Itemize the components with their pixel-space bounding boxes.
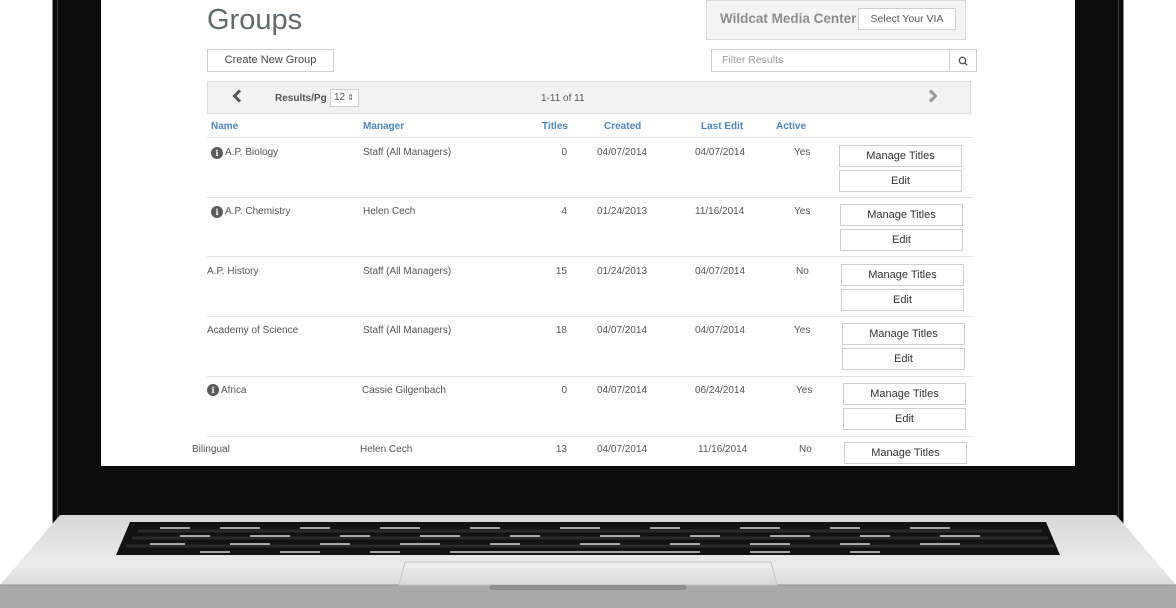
page-title: Groups <box>207 4 303 36</box>
manage-titles-button[interactable]: Manage Titles <box>842 323 965 345</box>
group-titles: 4 <box>561 206 567 217</box>
group-titles: 18 <box>555 325 567 336</box>
edit-button[interactable]: Edit <box>840 229 963 251</box>
col-last-edit-header[interactable]: Last Edit <box>701 121 743 132</box>
group-active: Yes <box>794 147 811 158</box>
col-name-header[interactable]: Name <box>211 121 238 132</box>
group-last-edit: 11/16/2014 <box>695 206 745 217</box>
group-manager: Cassie Gilgenbach <box>362 385 446 396</box>
manage-titles-button[interactable]: Manage Titles <box>839 145 962 167</box>
group-manager: Helen Cech <box>363 206 416 217</box>
group-manager: Helen Cech <box>360 444 413 455</box>
select-arrows-icon: ⇕ <box>347 93 354 102</box>
group-created: 04/07/2014 <box>597 147 648 158</box>
screen: Groups Wildcat Media Center Select Your … <box>101 0 1075 466</box>
group-active: Yes <box>794 325 811 336</box>
col-active-header[interactable]: Active <box>776 121 806 132</box>
group-name[interactable]: A.P. Biology <box>225 147 278 158</box>
group-active: No <box>796 266 809 277</box>
group-created: 01/24/2013 <box>597 266 648 277</box>
group-manager: Staff (All Managers) <box>363 147 452 158</box>
row-divider <box>207 197 973 198</box>
manage-titles-button[interactable]: Manage Titles <box>844 442 967 464</box>
results-per-page-label: Results/Pg <box>275 93 327 104</box>
header-divider <box>207 137 973 138</box>
create-group-button[interactable]: Create New Group <box>207 49 334 72</box>
group-active: Yes <box>794 206 811 217</box>
edit-button[interactable]: Edit <box>843 408 966 430</box>
filter-input[interactable]: Filter Results <box>711 49 950 72</box>
row-divider <box>207 256 973 257</box>
result-range: 1-11 of 11 <box>541 93 585 104</box>
group-created: 04/07/2014 <box>597 325 648 336</box>
col-created-header[interactable]: Created <box>604 121 641 132</box>
manage-titles-button[interactable]: Manage Titles <box>843 383 966 405</box>
group-name[interactable]: A.P. History <box>207 266 259 277</box>
group-titles: 13 <box>555 444 567 455</box>
results-per-page-select[interactable]: 12 ⇕ <box>330 89 359 107</box>
row-divider <box>207 436 973 437</box>
group-last-edit: 11/16/2014 <box>698 444 748 455</box>
group-titles: 15 <box>555 266 567 277</box>
group-name[interactable]: Bilingual <box>192 444 230 455</box>
select-via-button[interactable]: Select Your VIA <box>858 8 956 30</box>
edit-button[interactable]: Edit <box>842 348 965 370</box>
group-name[interactable]: Africa <box>221 385 247 396</box>
edit-button[interactable]: Edit <box>839 170 962 192</box>
info-icon[interactable]: i <box>207 384 219 396</box>
col-manager-header[interactable]: Manager <box>363 121 404 132</box>
group-last-edit: 04/07/2014 <box>695 266 746 277</box>
group-titles: 0 <box>561 385 567 396</box>
group-manager: Staff (All Managers) <box>363 266 452 277</box>
row-divider <box>207 376 973 377</box>
group-name[interactable]: A.P. Chemistry <box>225 206 290 217</box>
edit-button[interactable]: Edit <box>841 289 964 311</box>
group-name[interactable]: Academy of Science <box>207 325 298 336</box>
page-size-value: 12 <box>334 92 346 103</box>
manage-titles-button[interactable]: Manage Titles <box>841 264 964 286</box>
row-divider <box>207 316 973 317</box>
group-last-edit: 04/07/2014 <box>695 325 746 336</box>
group-last-edit: 06/24/2014 <box>695 385 746 396</box>
group-last-edit: 04/07/2014 <box>695 147 746 158</box>
info-icon[interactable]: i <box>211 206 223 218</box>
group-active: No <box>799 444 812 455</box>
group-titles: 0 <box>561 147 567 158</box>
group-active: Yes <box>796 385 813 396</box>
info-icon[interactable]: i <box>211 147 223 159</box>
laptop-base <box>0 515 1176 608</box>
group-created: 04/07/2014 <box>597 385 648 396</box>
group-created: 01/24/2013 <box>597 206 648 217</box>
filter-search-button[interactable] <box>950 49 977 72</box>
group-manager: Staff (All Managers) <box>363 325 452 336</box>
search-icon <box>958 56 968 66</box>
chevron-right-icon[interactable] <box>927 89 939 103</box>
manage-titles-button[interactable]: Manage Titles <box>840 204 963 226</box>
chevron-left-icon[interactable] <box>231 89 243 103</box>
via-name: Wildcat Media Center <box>720 11 857 26</box>
group-created: 04/07/2014 <box>597 444 648 455</box>
col-titles-header[interactable]: Titles <box>542 121 568 132</box>
